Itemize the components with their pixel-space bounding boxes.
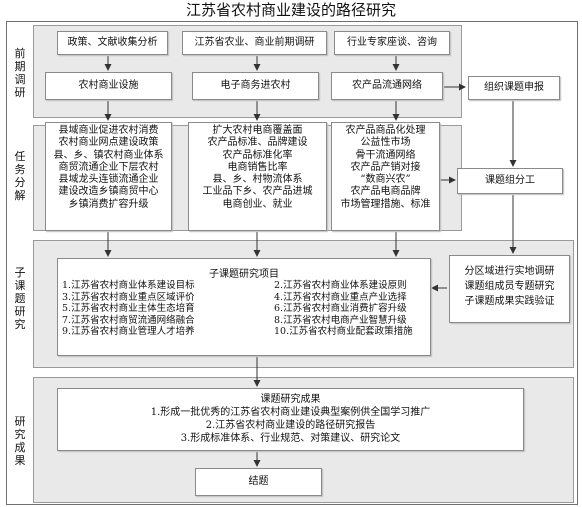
box-task-assignment: 课题组分工 — [457, 168, 563, 194]
validation-box: 分区域进行实地调研 课题组成员专题研究 子课题成果实践验证 — [449, 255, 570, 323]
validation-item: 分区域进行实地调研 — [464, 266, 555, 277]
result-item: 3.形成标准体系、行业规范、对策建议、研究论文 — [180, 433, 401, 444]
box-agri-network: 农产品流通网络 — [331, 72, 443, 100]
task-list-ecommerce: 扩大农村电商覆盖面 农产品标准、品牌建设 农产品标准化率 电商销售比率 县、乡、… — [188, 122, 327, 231]
task-item: 农村商业网点建设政策 — [58, 137, 159, 149]
task-item: 县、乡、镇农村商业体系 — [53, 149, 164, 161]
box-policy-literature: 政策、文献收集分析 — [57, 31, 168, 55]
subtopic-item: 4.江苏省农村商业重点产业选择 — [274, 291, 407, 303]
result-item: 2.江苏省农村商业建设的路径研究报告 — [205, 420, 376, 431]
task-item: 骨干流通网络 — [355, 149, 416, 161]
subtopic-item: 6.江苏省农村商业消费扩容升级 — [274, 303, 407, 314]
task-item: 农产品产销对接 — [350, 161, 421, 173]
task-item: 市场管理措施、标准 — [340, 198, 431, 210]
subtopic-item: 7.江苏省农村商贸流通网络融合 — [62, 314, 195, 326]
task-item: 农产品标准、品牌建设 — [207, 137, 308, 149]
subtopic-projects: 子课题研究项目 1.江苏省农村商业体系建设目标 3.江苏省农村商业重点区域评价 … — [57, 258, 431, 356]
task-item: 公益性市场 — [360, 137, 411, 149]
subtopic-item: 2.江苏省农村商业体系建设原则 — [274, 280, 407, 291]
task-item: 农产品标准化率 — [222, 149, 293, 161]
task-item: 商贸流通企业下层农村 — [58, 161, 159, 173]
subtopic-item: 10.江苏省农村商业配套政策措施 — [274, 326, 413, 337]
task-list-network: 农产品商品化处理 公益性市场 骨干流通网络 农产品产销对接 “数商兴农” 农产品… — [331, 122, 440, 231]
validation-item: 课题组成员专题研究 — [464, 281, 555, 292]
task-item: 建设改造乡镇商贸中心 — [58, 186, 159, 198]
research-results-box: 课题研究成果 1.形成一批优秀的江苏省农村商业建设典型案例供全国学习推广 2.江… — [57, 388, 524, 451]
task-item: 县域商业促进农村消费 — [58, 125, 159, 136]
subtopic-item: 3.江苏省农村商业重点区域评价 — [62, 291, 195, 303]
task-item: 农产品电商品牌 — [350, 186, 421, 198]
result-item: 1.形成一批优秀的江苏省农村商业建设典型案例供全国学习推广 — [150, 407, 431, 418]
subtopic-item: 1.江苏省农村商业体系建设目标 — [62, 280, 195, 291]
task-item: 工业品下乡、农产品进城 — [202, 186, 313, 198]
diagram-page: 江苏省农村商业建设的路径研究 前期调研 任务分解 子课题研究 研究成果 政策、文… — [0, 0, 582, 507]
box-rural-facilities: 农村商业设施 — [45, 72, 172, 100]
box-jiangsu-research: 江苏省农业、商业前期调研 — [182, 31, 327, 55]
subtopic-item: 8.江苏省农村电商产业智慧升级 — [274, 314, 407, 326]
task-item: “数商兴农” — [360, 174, 411, 186]
task-item: 扩大农村电商覆盖面 — [212, 125, 303, 136]
subtopic-item: 9.江苏省农村商业管理人才培养 — [62, 326, 195, 337]
task-item: 电商销售比率 — [227, 161, 288, 173]
subtopic-item: 5.江苏省农村商业主体生态培育 — [62, 303, 195, 314]
task-item: 县、乡、村物流体系 — [212, 174, 303, 186]
task-item: 乡镇消费扩容升级 — [68, 198, 149, 210]
subtopic-column-right: 2.江苏省农村商业体系建设原则 4.江苏省农村商业重点产业选择 6.江苏省农村商… — [274, 280, 413, 338]
validation-item: 子课题成果实践验证 — [464, 296, 555, 307]
task-item: 电商创业、就业 — [222, 198, 293, 210]
task-item: 县域龙头连锁流通企业 — [58, 174, 159, 186]
box-conclusion: 结题 — [195, 468, 322, 496]
task-list-facilities: 县域商业促进农村消费 农村商业网点建设政策 县、乡、镇农村商业体系 商贸流通企业… — [45, 122, 172, 231]
results-heading: 课题研究成果 — [260, 394, 321, 405]
box-project-application: 组织课题申报 — [468, 76, 560, 100]
box-expert-consult: 行业专家座谈、咨询 — [334, 31, 450, 55]
task-item: 农产品商品化处理 — [345, 125, 426, 136]
box-ecommerce-rural: 电子商务进农村 — [192, 72, 319, 100]
subtopic-column-left: 1.江苏省农村商业体系建设目标 3.江苏省农村商业重点区域评价 5.江苏省农村商… — [62, 280, 195, 338]
subtopic-heading: 子课题研究项目 — [209, 269, 279, 280]
